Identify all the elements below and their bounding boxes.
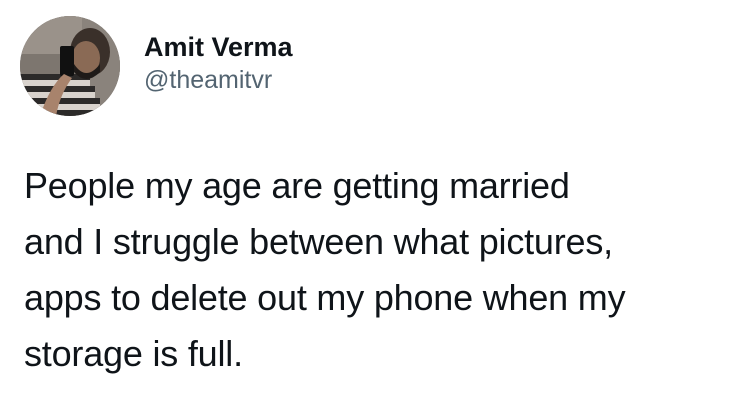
tweet-text-line: People my age are getting married (24, 165, 570, 206)
tweet-text-line: and I struggle between what pictures, (24, 221, 613, 262)
tweet-text: People my age are getting married and I … (24, 158, 734, 382)
tweet-text-line: apps to delete out my phone when my (24, 277, 626, 318)
author-info: Amit Verma @theamitvr (144, 30, 293, 96)
tweet-card: Amit Verma @theamitvr People my age are … (0, 0, 750, 416)
avatar-photo (20, 16, 120, 116)
author-display-name[interactable]: Amit Verma (144, 30, 293, 64)
tweet-text-line: storage is full. (24, 333, 243, 374)
avatar[interactable] (20, 16, 120, 116)
author-handle[interactable]: @theamitvr (144, 64, 293, 96)
tweet-header: Amit Verma @theamitvr (20, 16, 293, 116)
